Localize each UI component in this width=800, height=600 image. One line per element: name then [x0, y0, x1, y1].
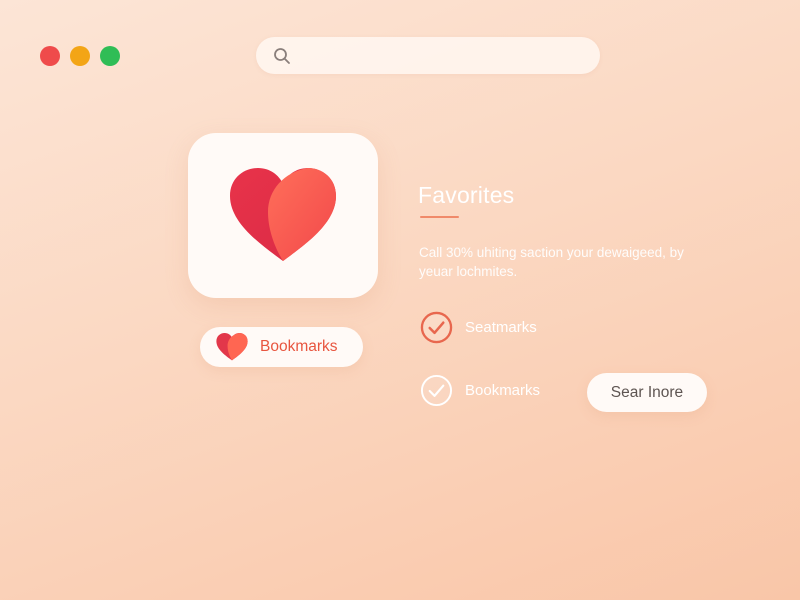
see-more-button[interactable]: Sear Inore — [587, 373, 707, 412]
check-item-label: Bookmarks — [465, 382, 541, 399]
window-close-button[interactable] — [40, 46, 60, 66]
bookmarks-button[interactable]: Bookmarks — [200, 327, 363, 367]
bookmarks-button-label: Bookmarks — [260, 338, 338, 355]
section-description: Call 30% uhiting saction your dewaigeed,… — [419, 245, 684, 279]
check-item-seatmarks[interactable]: Seatmarks — [420, 311, 537, 344]
heart-icon — [216, 333, 248, 361]
check-item-bookmarks[interactable]: Bookmarks — [420, 374, 540, 407]
check-item-label: Seatmarks — [465, 319, 537, 336]
favorites-app-tile[interactable] — [188, 133, 378, 298]
search-bar[interactable] — [256, 37, 600, 74]
section-title: Favorites — [418, 182, 515, 208]
window-minimize-button[interactable] — [70, 46, 90, 66]
check-circle-icon — [420, 374, 453, 407]
search-icon — [274, 47, 290, 64]
title-underline — [420, 216, 459, 218]
search-input[interactable] — [300, 39, 600, 72]
heart-icon — [230, 168, 336, 261]
window-maximize-button[interactable] — [100, 46, 120, 66]
check-circle-icon — [420, 311, 453, 344]
